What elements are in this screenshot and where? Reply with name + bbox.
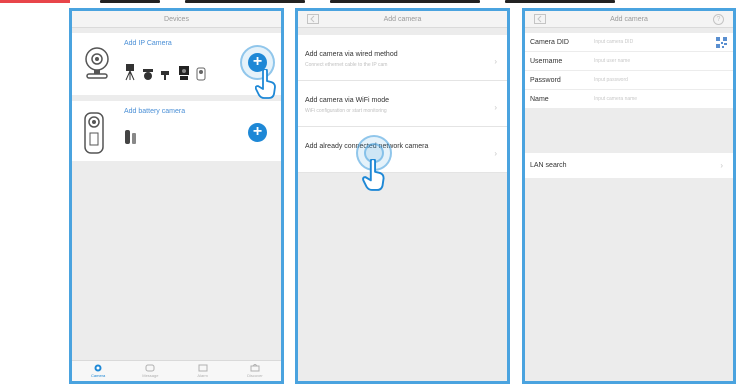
add-battery-camera-label: Add battery camera [124, 108, 186, 115]
tab-label: Alarm [197, 373, 208, 378]
tab-discover[interactable]: Discover [235, 364, 275, 378]
menu-item-title: Add camera via wired method [305, 51, 398, 58]
camera-tab-icon [94, 364, 102, 372]
back-icon[interactable] [307, 14, 319, 24]
back-icon[interactable] [534, 14, 546, 24]
battery-camera-thumb-icon [125, 130, 136, 144]
menu-item-subtitle: WiFi configuration or start monitoring [305, 108, 387, 114]
lan-search-row[interactable]: LAN search › [525, 153, 733, 178]
nav-bar: Devices [72, 11, 281, 28]
cropped-text-fragment [330, 0, 480, 3]
tap-hand-icon [362, 159, 385, 191]
add-battery-camera-button[interactable]: + [248, 123, 267, 142]
tab-message[interactable]: Message [130, 364, 170, 378]
discover-tab-icon [250, 364, 260, 372]
cropped-text-fragment [185, 0, 305, 3]
tap-hand-icon [255, 69, 276, 99]
qr-scan-icon[interactable] [716, 37, 727, 48]
menu-item-connected-network[interactable]: Add already connected network camera › [298, 127, 507, 173]
add-camera-form: Camera DID Username Password Name [525, 33, 733, 109]
password-row: Password [525, 71, 733, 90]
phone-screen-add-camera-form: Add camera ? Camera DID Username Passwor… [522, 8, 736, 384]
lan-search-label: LAN search [530, 162, 567, 169]
phone-screen-add-camera-methods: Add camera Add camera via wired method C… [295, 8, 510, 384]
ptz-camera-icon [179, 66, 189, 80]
chevron-right-icon: › [494, 149, 497, 158]
cropped-text-fragment [100, 0, 160, 3]
camera-model-thumbnails [124, 59, 206, 81]
menu-item-subtitle: Connect ethernet cable to the IP cam [305, 62, 388, 68]
tab-label: Camera [91, 373, 106, 378]
menu-item-title: Add camera via WiFi mode [305, 97, 390, 104]
add-battery-camera-card[interactable]: Add battery camera + [72, 101, 281, 161]
password-input[interactable] [594, 77, 704, 83]
page-title: Add camera [383, 15, 422, 23]
username-input[interactable] [594, 58, 704, 64]
field-label: Username [530, 57, 563, 65]
page-title: Add camera [610, 15, 648, 23]
battery-camera-thumbnails [124, 123, 138, 145]
cropped-header-strip [0, 0, 739, 7]
tab-alarm[interactable]: Alarm [183, 364, 223, 378]
tripod-camera-icon [125, 64, 135, 81]
menu-item-title: Add already connected network camera [305, 143, 429, 150]
add-ip-camera-card[interactable]: Add IP Camera + [72, 33, 281, 99]
name-row: Name [525, 90, 733, 109]
red-accent-bar [0, 0, 70, 3]
chevron-right-icon: › [720, 161, 723, 170]
nav-bar: Add camera ? [525, 11, 733, 28]
field-label: Camera DID [530, 38, 569, 46]
bullet-camera-icon [161, 71, 169, 80]
camera-did-input[interactable] [594, 39, 704, 45]
camera-did-row: Camera DID [525, 33, 733, 52]
add-ip-camera-label: Add IP Camera [124, 40, 172, 47]
bottom-tab-bar: Camera Message Alarm Discover [72, 360, 281, 381]
field-label: Name [530, 95, 549, 103]
field-label: Password [530, 76, 561, 84]
name-input[interactable] [594, 96, 704, 102]
page-title: Devices [164, 15, 189, 23]
username-row: Username [525, 52, 733, 71]
add-method-list: Add camera via wired method Connect ethe… [298, 35, 507, 173]
menu-item-wifi[interactable]: Add camera via WiFi mode WiFi configurat… [298, 81, 507, 127]
cropped-text-fragment [505, 0, 615, 3]
chevron-right-icon: › [494, 103, 497, 112]
dome-camera-icon [143, 69, 153, 80]
ip-camera-icon [85, 47, 109, 79]
alarm-tab-icon [198, 364, 208, 372]
cube-camera-icon [196, 67, 206, 81]
tab-camera[interactable]: Camera [78, 364, 118, 378]
battery-camera-icon [84, 112, 104, 154]
tab-label: Discover [247, 373, 263, 378]
nav-bar: Add camera [298, 11, 507, 28]
phone-screen-devices: Devices Add IP Camera + Add battery came… [69, 8, 284, 384]
help-icon[interactable]: ? [713, 14, 724, 25]
message-tab-icon [145, 364, 155, 372]
tab-label: Message [142, 373, 159, 378]
menu-item-wired[interactable]: Add camera via wired method Connect ethe… [298, 35, 507, 81]
chevron-right-icon: › [494, 57, 497, 66]
